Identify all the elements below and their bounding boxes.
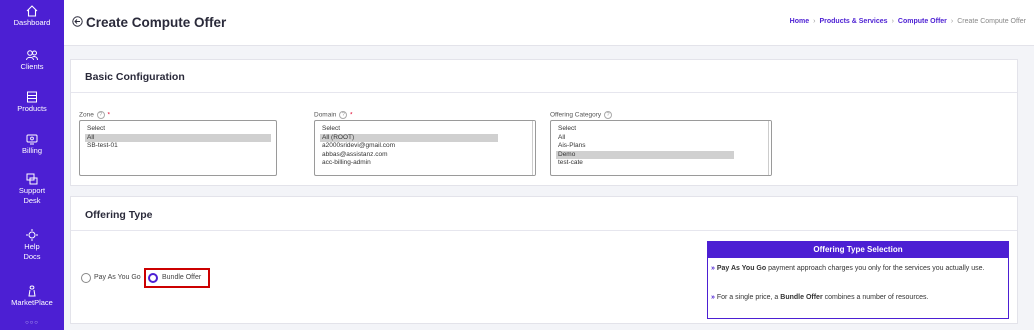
sidebar-item-label: Dashboard: [13, 18, 51, 27]
card-title: Offering Type: [85, 209, 153, 221]
offering-category-label: Offering Category ?: [550, 111, 613, 119]
required-mark: *: [350, 111, 353, 119]
listbox-option[interactable]: acc-billing-admin: [320, 159, 530, 168]
listbox-option[interactable]: SB-test-01: [85, 142, 271, 151]
help-question-icon[interactable]: ?: [96, 111, 105, 119]
pay-as-you-go-label[interactable]: Pay As You Go: [94, 274, 141, 281]
offering-category-listbox[interactable]: Select All Ais-Plans Demo test-cate: [550, 120, 772, 176]
domain-label-text: Domain: [314, 111, 337, 119]
listbox-scrollbar[interactable]: [768, 121, 771, 175]
support-icon: [26, 173, 38, 185]
info-bundle-offer-text: » For a single price, a Bundle Offer com…: [711, 293, 1005, 302]
required-mark: *: [107, 111, 110, 119]
help-icon: [26, 229, 38, 241]
domain-listbox[interactable]: Select All (ROOT) a2000sridevi@gmail.com…: [314, 120, 536, 176]
breadcrumb-current: Create Compute Offer: [957, 18, 1026, 25]
selection-highlight-box: [144, 268, 210, 288]
sidebar-item-billing[interactable]: Billing: [0, 132, 64, 156]
billing-icon: [26, 134, 38, 145]
page-header: Create Compute Offer Home › Products & Ser…: [64, 0, 1034, 46]
sidebar-item-label: MarketPlace: [11, 298, 53, 307]
listbox-option[interactable]: Select: [556, 125, 766, 134]
info-box-title: Offering Type Selection: [708, 242, 1008, 258]
sidebar-item-help-docs[interactable]: Help Docs: [0, 228, 64, 262]
users-icon: [26, 50, 38, 61]
listbox-option[interactable]: test-cate: [556, 159, 766, 168]
listbox-option-selected[interactable]: All (ROOT): [320, 133, 498, 142]
breadcrumb-compute-offer[interactable]: Compute Offer: [898, 18, 947, 25]
zone-listbox[interactable]: Select All SB-test-01: [79, 120, 277, 176]
info-text: For a single price, a: [714, 294, 781, 301]
page-title: Create Compute Offer: [86, 15, 227, 30]
breadcrumb-products-services[interactable]: Products & Services: [819, 18, 887, 25]
domain-label: Domain ? *: [314, 111, 353, 119]
sidebar-item-label: Support Desk: [18, 186, 46, 205]
listbox-option[interactable]: Select: [85, 125, 271, 134]
sidebar-item-label: Help Docs: [23, 242, 41, 261]
double-chevron-icon: »: [711, 265, 715, 272]
info-pay-as-you-go-text: » Pay As You Go payment approach charges…: [711, 264, 1005, 273]
listbox-option[interactable]: All: [556, 134, 766, 143]
listbox-option[interactable]: Ais-Plans: [556, 142, 766, 151]
chevron-right-icon: ›: [950, 18, 954, 25]
marketplace-icon: [28, 285, 36, 297]
sidebar-item-dashboard[interactable]: Dashboard: [0, 4, 64, 28]
sidebar-item-support-desk[interactable]: Support Desk: [0, 172, 64, 206]
info-bold-term: Bundle Offer: [780, 294, 823, 301]
listbox-scrollbar[interactable]: [532, 121, 535, 175]
info-text: combines a number of resources.: [822, 294, 929, 301]
chevron-right-icon: ›: [891, 18, 894, 25]
more-icon[interactable]: ○○○: [0, 320, 64, 326]
pay-as-you-go-radio[interactable]: [81, 273, 91, 283]
card-header: Basic Configuration: [71, 60, 1017, 93]
sidebar-item-clients[interactable]: Clients: [0, 48, 64, 72]
help-question-icon[interactable]: ?: [604, 111, 612, 119]
help-question-icon[interactable]: ?: [339, 111, 348, 119]
sidebar-item-products[interactable]: Products: [0, 90, 64, 114]
listbox-option[interactable]: abbas@assistanz.com: [320, 151, 530, 160]
info-text: payment approach charges you only for th…: [766, 265, 985, 272]
zone-label-text: Zone: [79, 111, 94, 119]
zone-label: Zone ? *: [79, 111, 110, 119]
info-bold-term: Pay As You Go: [716, 265, 767, 272]
offering-type-card: Offering Type Pay As You Go Bundle Offer…: [70, 196, 1018, 324]
listbox-option[interactable]: a2000sridevi@gmail.com: [320, 142, 530, 151]
chevron-right-icon: ›: [813, 18, 816, 25]
breadcrumb: Home › Products & Services › Compute Offer › C…: [790, 18, 1026, 25]
home-icon: [26, 5, 38, 17]
listbox-option-selected[interactable]: All: [85, 133, 271, 142]
server-icon: [27, 91, 37, 103]
listbox-option-selected[interactable]: Demo: [556, 150, 734, 159]
sidebar-item-label: Clients: [20, 62, 44, 71]
card-title: Basic Configuration: [85, 71, 185, 83]
sidebar-item-label: Products: [17, 104, 47, 113]
offering-type-info-box: Offering Type Selection » Pay As You Go …: [707, 241, 1009, 319]
listbox-option[interactable]: Select: [320, 125, 530, 134]
offering-category-label-text: Offering Category: [550, 111, 602, 119]
sidebar-item-label: Billing: [21, 146, 42, 155]
basic-configuration-card: Basic Configuration Zone ? * Select All …: [70, 59, 1018, 186]
back-arrow-icon[interactable]: [72, 16, 83, 27]
card-header: Offering Type: [71, 197, 1017, 231]
breadcrumb-home[interactable]: Home: [790, 18, 809, 25]
sidebar-item-marketplace[interactable]: MarketPlace: [0, 284, 64, 308]
sidebar: Dashboard Clients Products Billing Suppo…: [0, 0, 64, 330]
